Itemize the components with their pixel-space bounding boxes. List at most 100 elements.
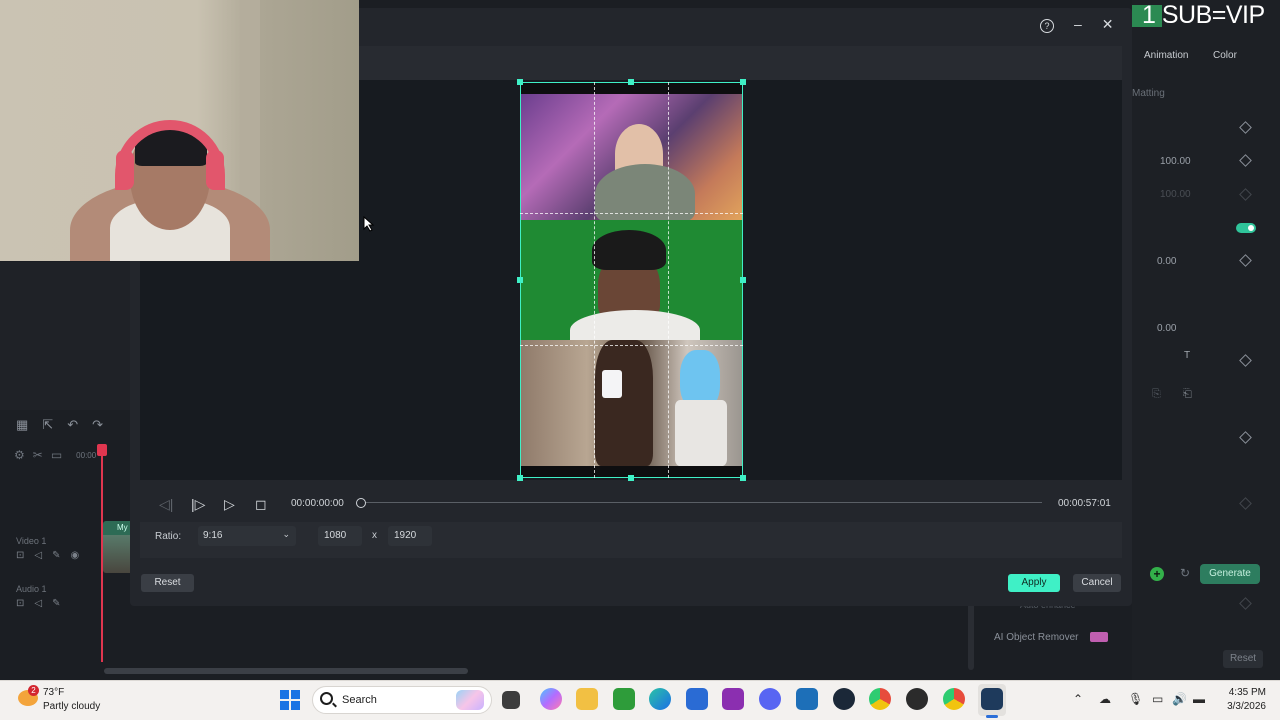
total-time: 00:00:57:01: [1058, 498, 1111, 509]
height-field[interactable]: 1920: [388, 526, 432, 546]
tab-animation[interactable]: Animation: [1144, 50, 1188, 61]
help-icon[interactable]: ?: [1040, 19, 1054, 33]
webcam-overlay: [0, 0, 359, 261]
file-explorer-icon[interactable]: [576, 688, 598, 710]
task-view-icon[interactable]: [502, 691, 520, 709]
lock-icon[interactable]: ⊡: [16, 598, 24, 609]
select-tool-icon[interactable]: ⇱: [42, 417, 53, 433]
timeline-scrollbar[interactable]: [104, 668, 468, 674]
clock-time[interactable]: 4:35 PM: [1222, 687, 1266, 698]
crop-handle-top-left[interactable]: [517, 79, 523, 85]
paste-icon[interactable]: ⎗: [1183, 388, 1192, 401]
minimize-icon[interactable]: –: [1074, 16, 1082, 33]
width-field[interactable]: 1080: [318, 526, 362, 546]
previous-frame-icon[interactable]: ◁|: [159, 496, 173, 513]
crop-handle-bottom[interactable]: [628, 475, 634, 481]
redo-icon[interactable]: ↷: [92, 417, 103, 433]
ratio-dropdown[interactable]: 9:16 ⌄: [198, 526, 296, 546]
timeline-clip[interactable]: My: [103, 521, 133, 573]
play-icon[interactable]: ▷: [224, 496, 235, 513]
chrome-icon[interactable]: [869, 688, 891, 710]
search-highlight-icon: [456, 690, 484, 710]
search-placeholder[interactable]: Search: [342, 694, 377, 706]
copilot-icon[interactable]: [540, 688, 562, 710]
generate-button[interactable]: Generate: [1200, 564, 1260, 584]
weather-badge: 2: [28, 685, 39, 696]
xbox-icon[interactable]: [613, 688, 635, 710]
start-button[interactable]: [280, 690, 300, 710]
crop-grid-line: [520, 213, 743, 214]
panel-divider[interactable]: [968, 600, 974, 670]
dimension-separator: x: [372, 530, 377, 541]
cancel-button[interactable]: Cancel: [1073, 574, 1121, 592]
clip-label: My: [117, 523, 128, 532]
crop-handle-bottom-right[interactable]: [740, 475, 746, 481]
lock-icon[interactable]: ⊡: [16, 550, 24, 561]
position-value[interactable]: 0.00: [1157, 256, 1176, 267]
add-icon[interactable]: +: [1150, 567, 1164, 581]
timeline-toolbar: ▦ ⇱ ↶ ↷: [0, 410, 132, 440]
refresh-icon[interactable]: ↻: [1180, 566, 1190, 580]
edit-icon[interactable]: ✎: [52, 550, 60, 561]
mute-icon[interactable]: ◁: [34, 598, 42, 609]
chevron-up-icon[interactable]: ⌃: [1073, 692, 1083, 706]
sub-vip-banner: 1 SUB=VIP: [1142, 1, 1265, 29]
store-icon[interactable]: [686, 688, 708, 710]
copy-icon[interactable]: ⎘: [1152, 388, 1161, 401]
settings-icon[interactable]: ⚙: [14, 448, 25, 462]
eye-icon[interactable]: ◉: [70, 550, 79, 561]
text-icon[interactable]: T: [1184, 350, 1190, 361]
volume-icon[interactable]: 🔊: [1172, 692, 1187, 706]
crop-handle-top-right[interactable]: [740, 79, 746, 85]
search-icon: [320, 692, 333, 705]
network-icon[interactable]: ☁: [1099, 692, 1111, 706]
enable-toggle[interactable]: [1236, 223, 1256, 233]
clock-date[interactable]: 3/3/2026: [1222, 701, 1266, 712]
display-icon[interactable]: ▭: [1152, 692, 1163, 706]
obs-icon[interactable]: [906, 688, 928, 710]
scrub-handle[interactable]: [356, 498, 366, 508]
close-icon[interactable]: ✕: [1102, 16, 1114, 33]
headset-ear-right: [206, 150, 224, 190]
crop-handle-bottom-left[interactable]: [517, 475, 523, 481]
edit-icon[interactable]: ✎: [52, 598, 60, 609]
ai-object-remover-label: AI Object Remover: [994, 632, 1079, 643]
crop-handle-top[interactable]: [628, 79, 634, 85]
temperature[interactable]: 73°F: [43, 687, 64, 698]
active-app-indicator: [986, 715, 998, 718]
app-icon[interactable]: [722, 688, 744, 710]
steam-icon[interactable]: [833, 688, 855, 710]
rotation-value[interactable]: 0.00: [1157, 323, 1176, 334]
undo-icon[interactable]: ↶: [67, 417, 78, 433]
crop-handle-right[interactable]: [740, 277, 746, 283]
matting-label: Matting: [1132, 88, 1165, 99]
crop-box[interactable]: [520, 82, 743, 478]
next-frame-icon[interactable]: |▷: [191, 496, 205, 513]
panel-reset-button[interactable]: Reset: [1223, 650, 1263, 668]
tab-color[interactable]: Color: [1213, 50, 1237, 61]
reset-button[interactable]: Reset: [141, 574, 194, 592]
weather-condition[interactable]: Partly cloudy: [43, 701, 100, 712]
battery-icon[interactable]: ▬: [1193, 692, 1205, 706]
scrub-track[interactable]: [362, 502, 1042, 503]
chrome-profile-icon[interactable]: [943, 688, 965, 710]
crop-grid-line: [520, 345, 743, 346]
microphone-icon[interactable]: 🎙: [1128, 692, 1143, 706]
discord-icon[interactable]: [759, 688, 781, 710]
playhead-handle[interactable]: [97, 444, 107, 456]
crop-handle-left[interactable]: [517, 277, 523, 283]
dialog-window-controls: ? – ✕: [1040, 16, 1114, 33]
filmora-icon[interactable]: [981, 688, 1003, 710]
scale-value[interactable]: 100.00: [1160, 156, 1191, 167]
snapshot-icon[interactable]: ▭: [51, 448, 62, 462]
stop-icon[interactable]: ◻: [255, 496, 267, 513]
grid-icon[interactable]: ▦: [16, 417, 28, 433]
apply-button[interactable]: Apply: [1008, 574, 1060, 592]
edge-icon[interactable]: [649, 688, 671, 710]
link-icon[interactable]: ✂: [33, 448, 43, 462]
app-icon[interactable]: [796, 688, 818, 710]
mute-icon[interactable]: ◁: [34, 550, 42, 561]
headset-ear-left: [116, 150, 134, 190]
audio-track-header: Audio 1 ⊡ ◁ ✎: [0, 584, 100, 609]
scale-value-secondary[interactable]: 100.00: [1160, 189, 1191, 200]
